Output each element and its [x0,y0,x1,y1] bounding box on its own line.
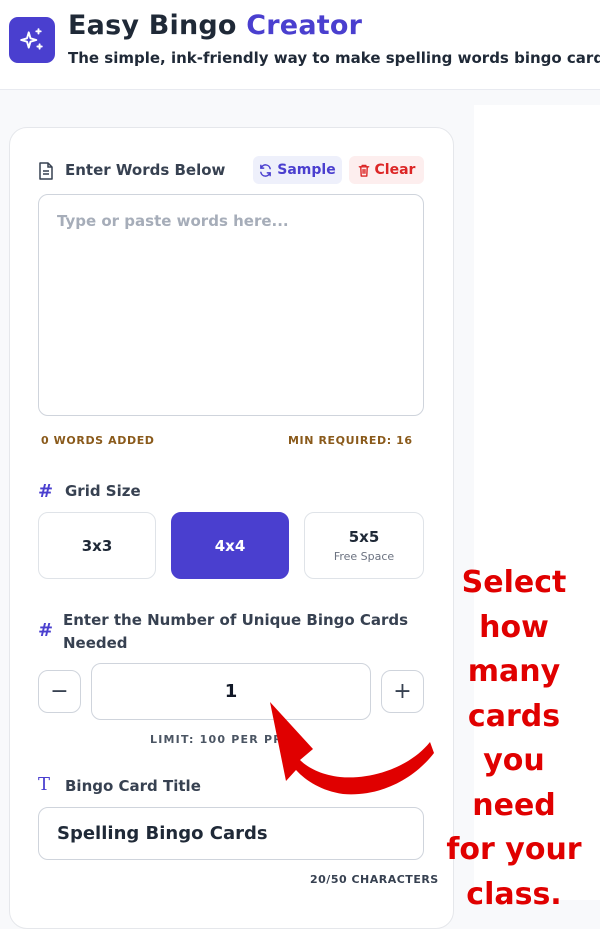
annotation-line: how [479,609,549,645]
annotation-line: cards [467,698,561,734]
annotation-line: many [467,654,561,689]
annotation-line: Select [461,565,567,600]
annotation-line: for your [446,832,582,867]
annotation-text: Select how many cards you need for your … [438,561,590,917]
annotation-line: you need [472,743,556,823]
annotation-line: class. [466,876,562,912]
